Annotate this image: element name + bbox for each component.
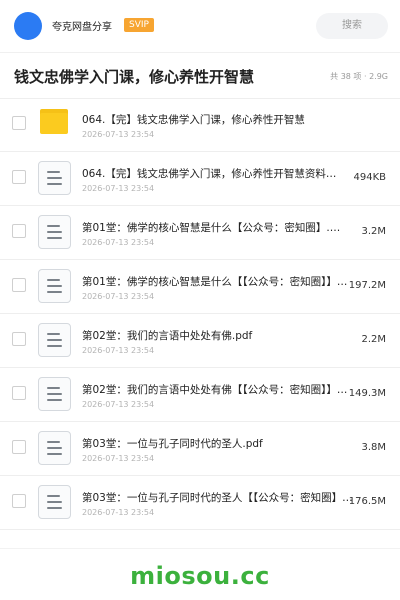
- file-list: 064.【完】钱文忠佛学入门课，修心养性开智慧 2026-07-13 23:54…: [0, 98, 400, 530]
- document-icon: [37, 215, 71, 249]
- file-date: 2026-07-13 23:54: [82, 238, 155, 247]
- header-bar: 夸克网盘分享 SVIP: [0, 0, 400, 53]
- file-size: 197.2M: [348, 280, 386, 291]
- sharer-name: 夸克网盘分享: [52, 22, 112, 33]
- file-date: 2026-07-13 23:54: [82, 292, 155, 301]
- site-watermark: miosou.cc: [130, 562, 270, 590]
- file-name: 064.【完】钱文忠佛学入门课，修心养性开智慧: [82, 114, 305, 126]
- file-name: 第02堂：我们的言语中处处有佛【【公众号：密知圈】】…: [82, 384, 348, 396]
- file-size: 3.2M: [361, 226, 386, 237]
- document-icon: [37, 269, 71, 303]
- folder-title-row: 钱文忠佛学入门课，修心养性开智慧 共 38 项 · 2.9G: [0, 52, 400, 99]
- list-item[interactable]: 第02堂：我们的言语中处处有佛.pdf 2026-07-13 23:54 2.2…: [0, 314, 400, 368]
- file-date: 2026-07-13 23:54: [82, 346, 155, 355]
- file-name: 064.【完】钱文忠佛学入门课，修心养性开智慧资料…: [82, 168, 337, 180]
- document-icon: [37, 485, 71, 519]
- select-checkbox[interactable]: [12, 440, 26, 454]
- folder-icon: [37, 107, 71, 141]
- document-icon: [37, 431, 71, 465]
- list-item[interactable]: 第03堂：一位与孔子同时代的圣人.pdf 2026-07-13 23:54 3.…: [0, 422, 400, 476]
- file-count-summary: 共 38 项 · 2.9G: [330, 72, 388, 81]
- file-size: 494KB: [353, 172, 386, 183]
- document-icon: [37, 161, 71, 195]
- file-name: 第01堂：佛学的核心智慧是什么【【公众号：密知圈】】…: [82, 276, 348, 288]
- select-checkbox[interactable]: [12, 278, 26, 292]
- svip-badge: SVIP: [124, 18, 154, 32]
- file-date: 2026-07-13 23:54: [82, 454, 155, 463]
- file-date: 2026-07-13 23:54: [82, 508, 155, 517]
- select-checkbox[interactable]: [12, 116, 26, 130]
- list-item[interactable]: 第02堂：我们的言语中处处有佛【【公众号：密知圈】】… 2026-07-13 2…: [0, 368, 400, 422]
- file-date: 2026-07-13 23:54: [82, 400, 155, 409]
- file-name: 第02堂：我们的言语中处处有佛.pdf: [82, 330, 253, 342]
- select-checkbox[interactable]: [12, 386, 26, 400]
- file-date: 2026-07-13 23:54: [82, 130, 155, 139]
- share-page: 夸克网盘分享 SVIP 钱文忠佛学入门课，修心养性开智慧 共 38 项 · 2.…: [0, 0, 400, 600]
- file-date: 2026-07-13 23:54: [82, 184, 155, 193]
- file-size: 149.3M: [348, 388, 386, 399]
- search-input[interactable]: [316, 13, 388, 39]
- select-checkbox[interactable]: [12, 224, 26, 238]
- list-item[interactable]: 064.【完】钱文忠佛学入门课，修心养性开智慧 2026-07-13 23:54: [0, 98, 400, 152]
- select-checkbox[interactable]: [12, 170, 26, 184]
- footer-divider: [0, 548, 400, 549]
- file-name: 第03堂：一位与孔子同时代的圣人【【公众号：密知圈】…: [82, 492, 353, 504]
- file-size: 3.8M: [361, 442, 386, 453]
- select-checkbox[interactable]: [12, 332, 26, 346]
- avatar[interactable]: [14, 12, 42, 40]
- document-icon: [37, 323, 71, 357]
- file-size: 176.5M: [348, 496, 386, 507]
- file-name: 第01堂：佛学的核心智慧是什么【公众号：密知圈】.…: [82, 222, 341, 234]
- document-icon: [37, 377, 71, 411]
- file-name: 第03堂：一位与孔子同时代的圣人.pdf: [82, 438, 263, 450]
- list-item[interactable]: 064.【完】钱文忠佛学入门课，修心养性开智慧资料… 2026-07-13 23…: [0, 152, 400, 206]
- select-checkbox[interactable]: [12, 494, 26, 508]
- list-item[interactable]: 第01堂：佛学的核心智慧是什么【【公众号：密知圈】】… 2026-07-13 2…: [0, 260, 400, 314]
- page-title: 钱文忠佛学入门课，修心养性开智慧: [14, 68, 255, 86]
- list-item[interactable]: 第01堂：佛学的核心智慧是什么【公众号：密知圈】.… 2026-07-13 23…: [0, 206, 400, 260]
- list-item[interactable]: 第03堂：一位与孔子同时代的圣人【【公众号：密知圈】… 2026-07-13 2…: [0, 476, 400, 530]
- file-size: 2.2M: [361, 334, 386, 345]
